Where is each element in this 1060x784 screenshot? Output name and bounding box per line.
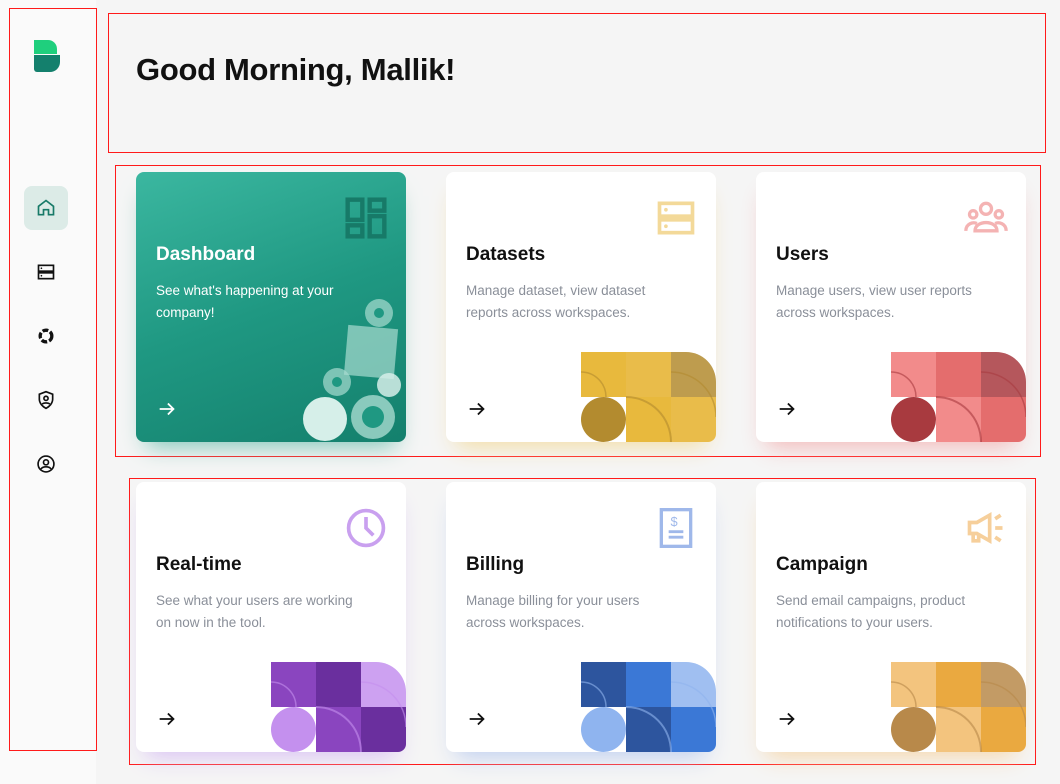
server-icon xyxy=(654,196,698,240)
arrow-right-icon[interactable] xyxy=(466,398,488,420)
sidebar-item-realtime[interactable] xyxy=(24,314,68,358)
sidebar xyxy=(0,0,96,784)
arrow-right-icon[interactable] xyxy=(776,398,798,420)
card-description: See what your users are working on now i… xyxy=(156,593,353,630)
card-title: Users xyxy=(776,244,829,265)
sidebar-item-datasets[interactable] xyxy=(24,250,68,294)
home-icon xyxy=(36,198,56,218)
invoice-icon: $ xyxy=(654,506,698,550)
card-description: Send email campaigns, product notificati… xyxy=(776,593,966,630)
card-dashboard[interactable]: Dashboard See what's happening at your c… xyxy=(136,172,406,442)
sidebar-item-profile[interactable] xyxy=(24,442,68,486)
users-icon xyxy=(964,196,1008,240)
card-billing[interactable]: $ Billing Manage billing for your users … xyxy=(446,482,716,752)
card-title: Campaign xyxy=(776,554,868,575)
card-description: Manage users, view user reports across w… xyxy=(776,283,972,320)
loader-icon xyxy=(36,326,56,346)
brand-logo xyxy=(34,40,60,72)
megaphone-icon xyxy=(964,506,1008,550)
card-users[interactable]: Users Manage users, view user reports ac… xyxy=(756,172,1026,442)
decorative-illustration xyxy=(581,352,716,442)
card-title: Real-time xyxy=(156,554,242,575)
decorative-illustration xyxy=(271,662,406,752)
clock-icon xyxy=(344,506,388,550)
sidebar-item-home[interactable] xyxy=(24,186,68,230)
page-title: Good Morning, Mallik! xyxy=(136,52,456,87)
card-description: Manage dataset, view dataset reports acr… xyxy=(466,283,646,320)
server-icon xyxy=(36,262,56,282)
shield-user-icon xyxy=(36,390,56,410)
dashboard-grid-icon xyxy=(344,196,388,240)
card-datasets[interactable]: Datasets Manage dataset, view dataset re… xyxy=(446,172,716,442)
decorative-illustration xyxy=(581,662,716,752)
decorative-illustration xyxy=(891,352,1026,442)
user-circle-icon xyxy=(36,454,56,474)
arrow-right-icon[interactable] xyxy=(466,708,488,730)
card-real-time[interactable]: Real-time See what your users are workin… xyxy=(136,482,406,752)
decorative-illustration xyxy=(891,662,1026,752)
card-title: Datasets xyxy=(466,244,546,265)
sidebar-item-security[interactable] xyxy=(24,378,68,422)
card-title: Dashboard xyxy=(156,244,256,265)
arrow-right-icon[interactable] xyxy=(776,708,798,730)
decorative-illustration xyxy=(303,299,401,441)
card-description: Manage billing for your users across wor… xyxy=(466,593,640,630)
arrow-right-icon[interactable] xyxy=(156,708,178,730)
card-title: Billing xyxy=(466,554,525,575)
card-campaign[interactable]: Campaign Send email campaigns, product n… xyxy=(756,482,1026,752)
arrow-right-icon[interactable] xyxy=(156,398,178,420)
svg-text:$: $ xyxy=(671,514,678,529)
